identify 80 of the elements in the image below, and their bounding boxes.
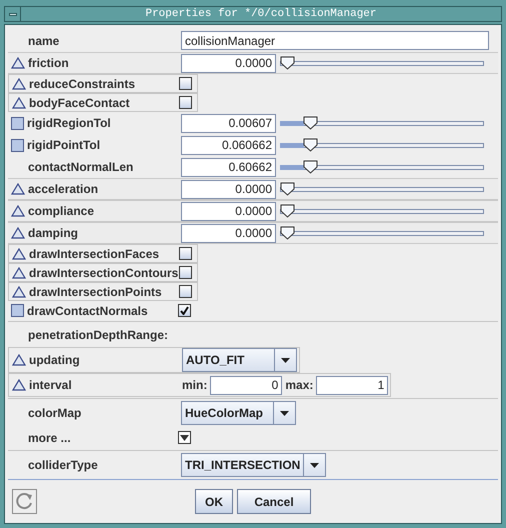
property-label: more ... <box>28 430 71 446</box>
property-label: updating <box>29 352 80 369</box>
slider-thumb[interactable] <box>280 56 295 70</box>
slider[interactable] <box>280 160 484 174</box>
value-field[interactable]: 0.60662 <box>181 158 276 176</box>
triangle-icon[interactable] <box>11 183 25 195</box>
value-field[interactable]: 0.0000 <box>181 54 276 72</box>
value-field[interactable]: 0.00607 <box>181 114 276 132</box>
triangle-icon[interactable] <box>12 379 26 391</box>
min-label: min: <box>182 377 208 394</box>
property-label: drawContactNormals <box>27 302 148 320</box>
property-label: interval <box>29 377 72 394</box>
triangle-icon[interactable] <box>12 96 26 108</box>
min-field[interactable]: 0 <box>210 376 282 394</box>
checkbox[interactable] <box>179 96 192 109</box>
property-label: compliance <box>28 203 94 220</box>
caret-icon <box>281 358 290 362</box>
property-label: damping <box>28 225 78 242</box>
property-label: penetrationDepthRange: <box>28 327 168 344</box>
slider[interactable] <box>280 204 484 218</box>
slider-thumb[interactable] <box>280 204 295 218</box>
name-field[interactable]: collisionManager <box>181 31 489 50</box>
dialog-button[interactable]: Cancel <box>237 489 311 514</box>
checkbox[interactable] <box>179 247 192 260</box>
refresh-icon <box>15 492 34 511</box>
triangle-icon[interactable] <box>12 354 26 366</box>
triangle-icon[interactable] <box>12 286 26 298</box>
property-label: rigidRegionTol <box>27 115 111 132</box>
property-label: friction <box>28 55 69 72</box>
max-field[interactable]: 1 <box>316 376 388 394</box>
property-label: acceleration <box>28 181 98 198</box>
value-field[interactable]: 0.0000 <box>181 224 276 242</box>
refresh-button[interactable] <box>12 489 37 514</box>
checkbox[interactable] <box>179 266 192 279</box>
square-icon[interactable] <box>11 304 24 317</box>
property-label: colorMap <box>28 405 82 422</box>
square-icon[interactable] <box>11 138 24 152</box>
value-field[interactable]: 0.0000 <box>181 202 276 220</box>
caret-icon <box>280 410 289 416</box>
caret-icon <box>310 462 320 468</box>
property-label: colliderType <box>28 457 98 474</box>
expand-button[interactable] <box>178 431 191 444</box>
value-field[interactable]: 0.060662 <box>181 136 276 154</box>
property-label: drawIntersectionFaces <box>29 246 160 262</box>
slider[interactable] <box>280 182 484 196</box>
property-label: rigidPointTol <box>27 137 100 154</box>
property-label: name <box>28 32 60 50</box>
triangle-icon[interactable] <box>12 78 26 90</box>
triangle-icon[interactable] <box>12 266 26 278</box>
slider[interactable] <box>280 56 484 70</box>
property-label: bodyFaceContact <box>29 94 130 112</box>
dialog-button[interactable]: OK <box>195 489 233 514</box>
slider[interactable] <box>280 138 484 152</box>
window-title: Properties for */0/collisionManager <box>144 6 378 22</box>
checkbox[interactable] <box>179 285 192 298</box>
slider[interactable] <box>280 116 484 130</box>
max-label: max: <box>285 377 314 394</box>
property-label: reduceConstraints <box>29 76 136 92</box>
triangle-icon[interactable] <box>12 248 26 260</box>
dropdown[interactable]: TRI_INTERSECTION <box>181 453 326 477</box>
slider-thumb[interactable] <box>280 226 295 240</box>
slider[interactable] <box>280 226 484 240</box>
caret-icon <box>180 434 189 440</box>
dropdown[interactable]: AUTO_FIT <box>182 348 297 372</box>
triangle-icon[interactable] <box>11 227 25 239</box>
value-field[interactable]: 0.0000 <box>181 180 276 198</box>
triangle-icon[interactable] <box>11 57 25 69</box>
property-label: drawIntersectionContours <box>29 264 178 282</box>
slider-thumb[interactable] <box>280 182 295 196</box>
slider-thumb[interactable] <box>302 116 318 130</box>
dropdown[interactable]: HueColorMap <box>181 401 296 425</box>
checkbox[interactable] <box>179 77 192 90</box>
property-label: contactNormalLen <box>28 159 134 176</box>
checkbox[interactable] <box>178 304 191 317</box>
slider-thumb[interactable] <box>302 138 318 152</box>
triangle-icon[interactable] <box>11 205 25 217</box>
square-icon[interactable] <box>11 116 24 130</box>
slider-thumb[interactable] <box>302 160 318 174</box>
check-icon <box>180 306 189 315</box>
property-label: drawIntersectionPoints <box>29 284 162 300</box>
